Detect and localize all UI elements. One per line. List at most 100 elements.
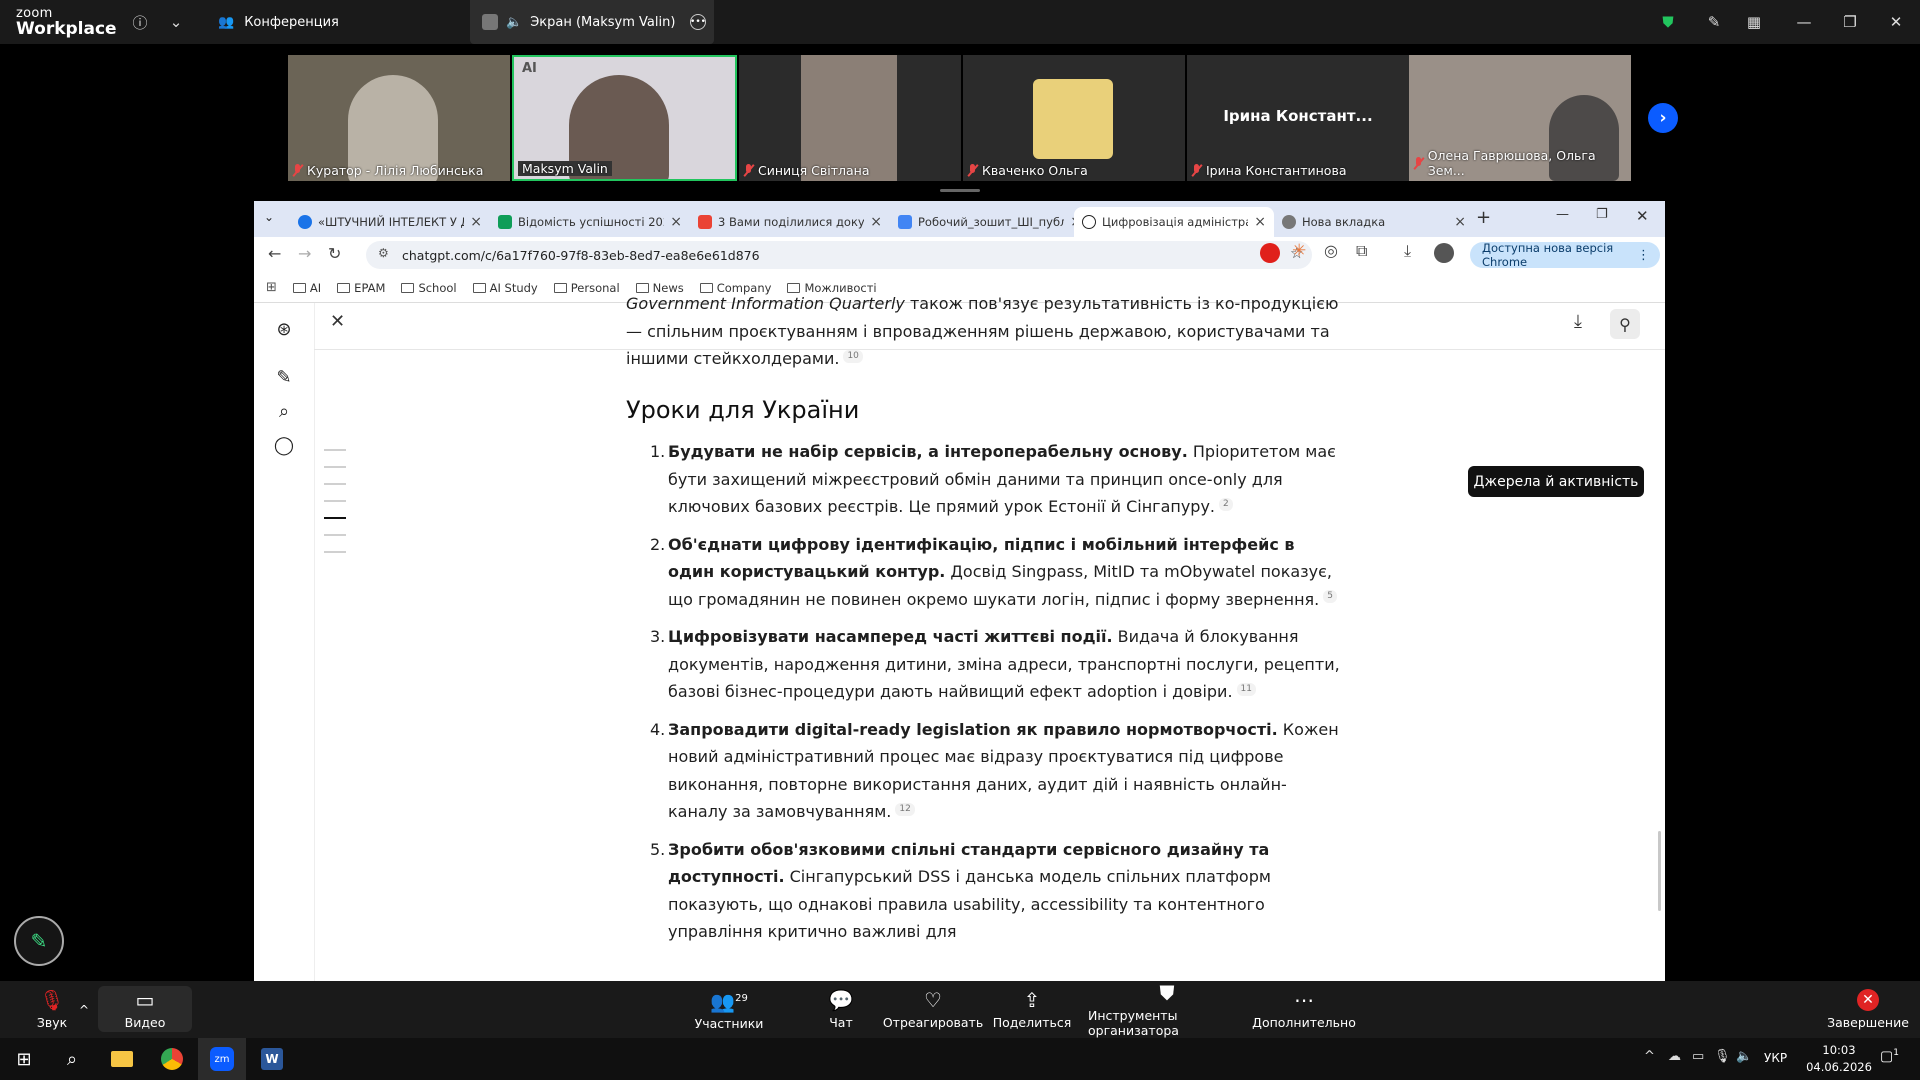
file-explorer-icon[interactable] [98,1038,146,1080]
participant-tile[interactable]: Кваченко Ольга [963,55,1185,181]
citation-badge[interactable]: 11 [1236,682,1256,696]
share-button[interactable]: ⇪ Поделиться [993,981,1072,1038]
bookmark-folder[interactable]: EPAM [337,281,385,295]
claude-icon[interactable]: ✳ [1292,241,1306,261]
outline-marker[interactable] [324,551,346,553]
participants-button[interactable]: 👥29 Участники [695,981,764,1038]
tab-close-icon[interactable]: × [470,214,482,230]
react-button[interactable]: ♡ Отреагировать [883,981,983,1038]
avatar[interactable] [1434,243,1454,263]
participant-tile[interactable]: Синиця Світлана [739,55,961,181]
restore-icon[interactable]: ❐ [1596,207,1608,222]
participant-tile-active[interactable]: AI Maksym Valin [512,55,737,181]
kebab-menu-icon[interactable]: ⋮ [1637,248,1650,263]
info-icon[interactable]: ⓘ [128,10,152,34]
reload-icon[interactable]: ↻ [328,244,341,263]
outline-marker[interactable] [324,449,346,451]
sources-activity-icon[interactable]: ⚲ [1610,309,1640,339]
puzzle-icon[interactable]: ⧉ [1356,241,1367,261]
citation-badge[interactable]: 5 [1323,590,1337,604]
search-icon[interactable]: ⌕ [270,397,298,425]
chats-icon[interactable]: ◯ [270,431,298,459]
bookmark-folder[interactable]: School [401,281,457,295]
audio-button[interactable]: 🎙 Звук [30,981,74,1038]
new-tab-icon[interactable]: + [1476,207,1491,228]
browser-tab[interactable]: 3 Вами поділилися докум × [690,207,890,237]
bookmark-folder[interactable]: AI Study [472,281,538,295]
participant-tile[interactable]: Куратор - Лілія Любинська [288,55,510,181]
shield-icon[interactable]: ⛊ [1656,10,1680,34]
host-tools-button[interactable]: ⛊ Инструменты организатора [1088,981,1246,1038]
close-icon[interactable]: ✕ [1884,10,1908,34]
apps-grid-icon[interactable]: ⊞ [266,280,277,295]
end-meeting-button[interactable]: ✕ Завершение [1827,981,1909,1038]
browser-tab[interactable]: Відомість успішності 2025 × [490,207,690,237]
outline-marker[interactable] [324,466,346,468]
forward-icon[interactable]: → [298,244,311,263]
next-page-arrow-icon[interactable]: › [1648,103,1678,133]
citation-badge[interactable]: 12 [895,802,915,816]
citation-badge[interactable]: 2 [1219,497,1233,511]
volume-icon[interactable]: 🔈 [1736,1049,1752,1064]
drag-handle[interactable] [940,189,980,192]
network-icon[interactable]: ▭ [1692,1049,1704,1064]
word-icon[interactable]: W [248,1038,296,1080]
chat-label: Чат [829,1015,853,1030]
extension-icon[interactable]: ◎ [1324,241,1338,260]
outline-marker[interactable] [324,483,346,485]
download-icon[interactable]: ⤓ [1574,311,1582,332]
tab-close-icon[interactable]: × [670,214,682,230]
search-icon[interactable]: ⌕ [48,1038,96,1080]
notifications-icon[interactable]: ▢1 [1880,1048,1899,1065]
close-panel-icon[interactable]: ✕ [330,311,345,332]
browser-tab-active[interactable]: Цифровізація адміністрат × [1074,207,1274,237]
bookmark-folder[interactable]: Personal [553,281,620,295]
back-icon[interactable]: ← [268,244,281,263]
cloud-icon[interactable]: ☁ [1668,1049,1681,1064]
chat-button[interactable]: 💬 Чат [826,981,856,1038]
new-chat-icon[interactable]: ✎ [270,363,298,391]
chevron-up-icon[interactable]: ^ [1644,1049,1655,1064]
microphone-icon[interactable]: 🎙 [1714,1049,1731,1064]
chrome-update-button[interactable]: Доступна нова версія Chrome ⋮ [1470,241,1660,269]
language-indicator[interactable]: УКР [1764,1051,1787,1065]
address-bar[interactable]: ⚙ chatgpt.com/c/6a17f760-97f8-83eb-8ed7-… [366,241,1312,269]
pencil-icon[interactable]: ✎ [1702,10,1726,34]
participant-tile[interactable]: Ірина Констант... Ірина Константинова [1187,55,1409,181]
tab-close-icon[interactable]: × [1254,214,1266,230]
outline-marker[interactable] [324,534,346,536]
openai-logo-icon[interactable]: ⊛ [270,315,298,343]
site-info-icon[interactable]: ⚙ [378,246,389,260]
browser-tab[interactable]: «ШТУЧНИЙ ІНТЕЛЕКТ У Д × [290,207,490,237]
more-icon[interactable]: ••• [690,14,706,30]
participant-tile[interactable]: Олена Гаврюшова, Ольга Зем... [1409,55,1631,181]
bookmark-folder[interactable]: AI [292,281,321,295]
chevron-down-icon[interactable]: ⌄ [164,10,188,34]
browser-tab[interactable]: Робочий_зошит_ШІ_публ× [890,207,1090,237]
outline-marker-active[interactable] [324,517,346,519]
opera-icon[interactable] [1260,243,1280,263]
tab-search-icon[interactable]: ⌄ [264,210,274,224]
download-icon[interactable]: ⤓ [1404,241,1411,261]
windows-start-icon[interactable]: ⊞ [0,1038,48,1080]
tab-screen-share[interactable]: 🔈 Экран (Maksym Valin) ••• [470,0,714,44]
tab-close-icon[interactable]: × [870,214,882,230]
browser-tab[interactable]: Нова вкладка × [1274,207,1474,237]
more-button[interactable]: ⋯ Дополнительно [1252,981,1356,1038]
audio-options-caret[interactable]: ^ [74,981,94,1038]
chrome-icon[interactable] [148,1038,196,1080]
tab-close-icon[interactable]: × [1454,214,1466,230]
minimize-icon[interactable]: — [1792,10,1816,34]
annotate-pen-icon[interactable]: ✎ [14,916,64,966]
clock[interactable]: 10:03 04.06.2026 [1806,1042,1872,1076]
citation-badge[interactable]: 10 [843,349,863,363]
restore-icon[interactable]: ❐ [1838,10,1862,34]
tab-conference[interactable]: 👥 Конференция [218,0,339,44]
outline-marker[interactable] [324,500,346,502]
minimize-icon[interactable]: — [1556,207,1569,222]
close-icon[interactable]: ✕ [1636,207,1649,225]
video-button[interactable]: ▭ Видео [98,986,192,1032]
zoom-app-icon[interactable]: zm [198,1038,246,1080]
apps-icon[interactable]: ▦ [1742,10,1766,34]
scrollbar-thumb[interactable] [1658,831,1661,911]
